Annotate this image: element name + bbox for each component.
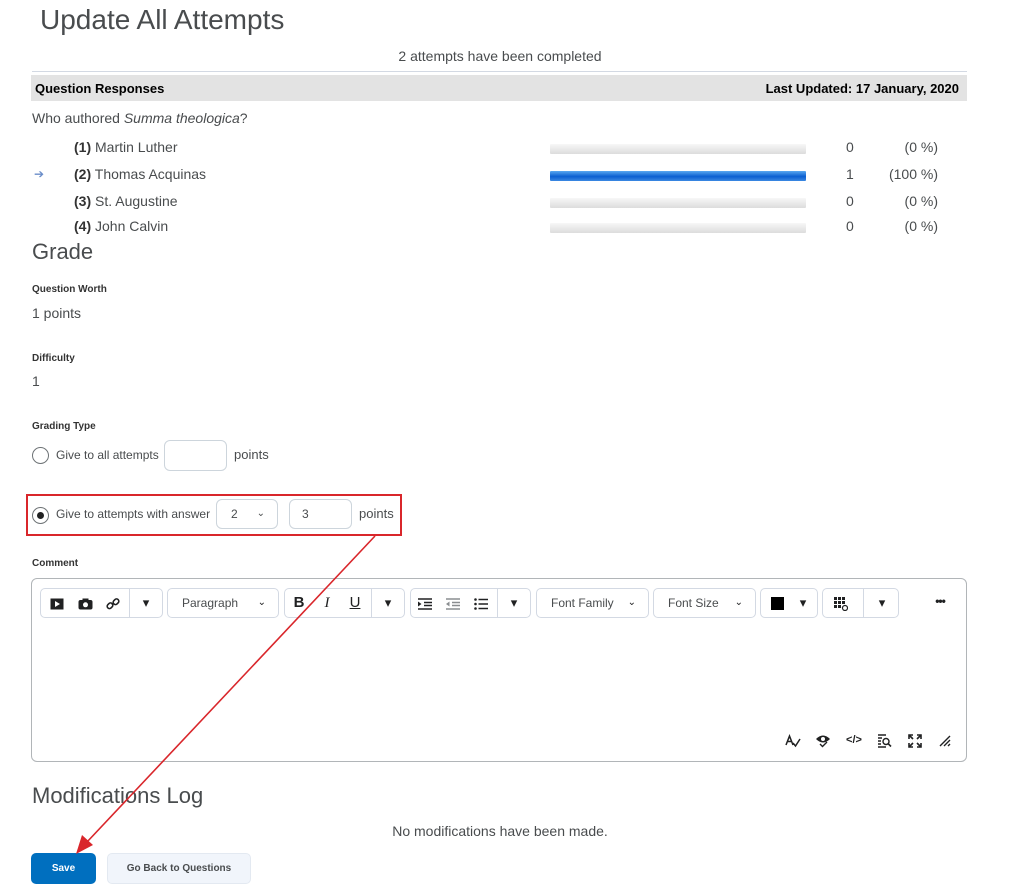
find-replace-icon[interactable] <box>873 730 895 750</box>
response-label: (3) St. Augustine <box>74 193 178 209</box>
font-family-value: Font Family <box>551 596 614 610</box>
table-toolbar-group: ▾ <box>822 588 899 618</box>
comment-label: Comment <box>32 558 79 569</box>
divider <box>32 71 967 72</box>
response-number: (1) <box>74 139 92 155</box>
text-color-picker[interactable]: ▾ <box>760 588 818 618</box>
response-label: (2) Thomas Acquinas <box>74 166 206 182</box>
text-style-more-dropdown-icon[interactable]: ▾ <box>374 589 402 617</box>
response-percent: (100 %) <box>888 166 938 182</box>
modifications-log-heading: Modifications Log <box>32 783 204 808</box>
toolbar-separator <box>497 589 498 617</box>
response-bar <box>550 198 806 208</box>
response-label: (1) Martin Luther <box>74 139 178 155</box>
give-to-all-points-label: points <box>234 447 269 462</box>
response-row: (1) Martin Luther 0 (0 %) <box>0 139 1000 159</box>
toolbar-separator <box>863 589 864 617</box>
text-style-toolbar-group: B I U ▾ <box>284 588 405 618</box>
insert-link-icon[interactable] <box>99 589 127 617</box>
question-suffix: ? <box>239 110 248 126</box>
color-dropdown-icon[interactable]: ▾ <box>789 589 817 617</box>
no-modifications-text: No modifications have been made. <box>392 823 608 839</box>
difficulty-label: Difficulty <box>32 353 75 364</box>
response-bar-fill <box>550 171 806 181</box>
response-count: 0 <box>846 139 854 155</box>
response-label: (4) John Calvin <box>74 218 168 234</box>
question-text: Who authored Summa theologica? <box>32 110 248 126</box>
indent-icon[interactable] <box>411 589 439 617</box>
response-bar <box>550 171 806 181</box>
go-back-to-questions-button[interactable]: Go Back to Questions <box>107 853 251 884</box>
response-percent: (0 %) <box>904 193 938 209</box>
insert-table-icon[interactable] <box>827 589 855 617</box>
difficulty-value: 1 <box>32 373 40 389</box>
format-select[interactable]: Paragraph ⌄ <box>167 588 279 618</box>
table-more-dropdown-icon[interactable]: ▾ <box>868 589 896 617</box>
chevron-down-icon: ⌄ <box>257 597 266 608</box>
source-code-icon[interactable]: </> <box>843 730 865 750</box>
spellcheck-icon[interactable] <box>782 730 804 750</box>
give-to-all-radio[interactable] <box>32 447 49 464</box>
format-select-value: Paragraph <box>182 596 239 610</box>
save-button[interactable]: Save <box>31 853 96 884</box>
correct-answer-arrow-icon: ➔ <box>34 167 45 181</box>
page-title: Update All Attempts <box>40 4 285 35</box>
response-number: (4) <box>74 218 92 234</box>
response-bar <box>550 144 806 154</box>
toolbar-separator <box>371 589 372 617</box>
attempts-summary: 2 attempts have been completed <box>398 48 602 64</box>
question-worth-label: Question Worth <box>32 284 107 295</box>
response-bar <box>550 223 806 233</box>
annotation-highlight-box <box>26 494 402 536</box>
toolbar-separator <box>129 589 130 617</box>
question-emphasis: Summa theologica <box>123 110 240 126</box>
font-size-value: Font Size <box>668 596 719 610</box>
italic-button[interactable]: I <box>313 589 341 617</box>
response-text: Martin Luther <box>95 139 178 155</box>
responses-header-title: Question Responses <box>35 81 165 96</box>
grading-type-label: Grading Type <box>32 421 96 432</box>
response-row: (3) St. Augustine 0 (0 %) <box>0 193 1000 213</box>
insert-toolbar-group: ▾ <box>40 588 163 618</box>
question-worth-value: 1 points <box>32 305 82 321</box>
insert-media-icon[interactable] <box>43 589 71 617</box>
chevron-down-icon: ⌄ <box>734 597 743 608</box>
fullscreen-icon[interactable] <box>904 730 926 750</box>
give-to-all-label[interactable]: Give to all attempts <box>56 448 159 462</box>
give-to-all-points-input[interactable] <box>164 440 227 471</box>
response-text: Thomas Acquinas <box>94 166 207 182</box>
response-percent: (0 %) <box>904 139 938 155</box>
bullet-list-icon[interactable] <box>467 589 495 617</box>
color-swatch-icon <box>763 589 791 617</box>
response-number: (3) <box>74 193 92 209</box>
font-family-select[interactable]: Font Family ⌄ <box>536 588 649 618</box>
font-size-select[interactable]: Font Size ⌄ <box>653 588 756 618</box>
response-number: (2) <box>74 166 92 182</box>
insert-image-icon[interactable] <box>71 589 99 617</box>
paragraph-more-dropdown-icon[interactable]: ▾ <box>500 589 528 617</box>
response-row: (4) John Calvin 0 (0 %) <box>0 218 1000 238</box>
outdent-icon[interactable] <box>439 589 467 617</box>
last-updated: Last Updated: 17 January, 2020 <box>765 81 959 96</box>
response-text: St. Augustine <box>95 193 178 209</box>
responses-header: Question Responses Last Updated: 17 Janu… <box>31 75 967 101</box>
response-percent: (0 %) <box>904 218 938 234</box>
more-options-icon[interactable]: ••• <box>926 594 954 614</box>
question-prefix: Who authored <box>32 110 124 126</box>
bold-button[interactable]: B <box>285 589 313 617</box>
preview-icon[interactable] <box>812 730 834 750</box>
chevron-down-icon: ⌄ <box>627 597 636 608</box>
insert-more-dropdown-icon[interactable]: ▾ <box>132 589 160 617</box>
response-count: 0 <box>846 193 854 209</box>
underline-button[interactable]: U <box>341 589 369 617</box>
response-count: 0 <box>846 218 854 234</box>
response-row: ➔ (2) Thomas Acquinas 1 (100 %) <box>0 166 1000 186</box>
response-count: 1 <box>846 166 854 182</box>
response-text: John Calvin <box>95 218 169 234</box>
grade-heading: Grade <box>32 239 94 264</box>
resize-handle-icon[interactable] <box>934 730 956 750</box>
paragraph-toolbar-group: ▾ <box>410 588 531 618</box>
